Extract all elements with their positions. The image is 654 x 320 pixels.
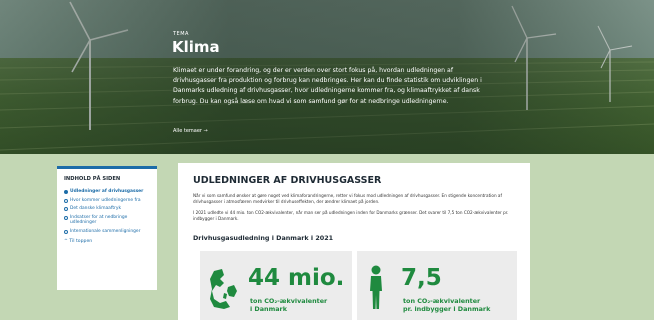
stat-scope-total: i Danmark: [250, 305, 287, 313]
stat-unit-total: ton CO₂-ækvivalenter: [250, 297, 328, 305]
toc-item-label: Udledninger af drivhusgasser: [70, 189, 144, 194]
radio-dot-icon: [64, 215, 68, 220]
radio-dot-icon: [64, 229, 68, 234]
stats-subheading: Drivhusgasudledning i Danmark i 2021: [193, 234, 334, 242]
person-icon: [370, 265, 382, 309]
page-title: Klima: [172, 38, 220, 56]
all-themes-link[interactable]: Alle temaer →: [173, 128, 208, 134]
denmark-map-icon: [210, 269, 237, 309]
stat-card-per-capita: 7,5 ton CO₂-ækvivalenter pr. indbygger i…: [357, 251, 517, 320]
toc-sidebar: INDHOLD PÅ SIDEN Udledninger af drivhusg…: [57, 166, 157, 290]
toc-item-indsatser[interactable]: Indsatser for at nedbringe udledninger: [64, 215, 150, 226]
radio-dot-icon: [64, 190, 68, 194]
toc-item-label: Internationale sammenligninger: [70, 228, 141, 234]
hero-banner: TEMA Klima Klimaet er under forandring, …: [0, 0, 654, 154]
back-to-top-label: Til toppen: [69, 238, 93, 244]
paragraph-intro: Når vi som samfund ønsker at gøre noget …: [193, 193, 502, 205]
paragraph-2021: I 2021 udledte vi 44 mio. ton CO2-ækviva…: [193, 210, 509, 222]
stat-value-per-capita: 7,5: [401, 265, 442, 291]
toc-item-klimaaftryk[interactable]: Det danske klimaaftryk: [64, 206, 150, 212]
chevron-up-icon: ^: [64, 238, 68, 244]
toc-heading: INDHOLD PÅ SIDEN: [64, 176, 121, 182]
stat-card-total: 44 mio. ton CO₂-ækvivalenter i Danmark: [200, 251, 352, 320]
toc-item-udledninger[interactable]: Udledninger af drivhusgasser: [64, 189, 150, 195]
toc-item-hvor-kommer[interactable]: Hvor kommer udledningerne fra: [64, 198, 150, 204]
main-content: UDLEDNINGER AF DRIVHUSGASSER Når vi som …: [178, 163, 530, 320]
toc-item-label: Hvor kommer udledningerne fra: [70, 197, 141, 203]
stat-scope-per-capita: pr. indbygger i Danmark: [403, 305, 491, 313]
back-to-top-link[interactable]: ^ Til toppen: [64, 239, 150, 244]
hero-intro: Klimaet er under forandring, og der er v…: [173, 67, 482, 105]
radio-dot-icon: [64, 207, 68, 212]
section-heading: UDLEDNINGER AF DRIVHUSGASSER: [193, 175, 382, 186]
radio-dot-icon: [64, 198, 68, 203]
toc-item-label: Indsatser for at nedbringe udledninger: [70, 214, 128, 226]
toc-item-internationale[interactable]: Internationale sammenligninger: [64, 229, 150, 235]
hero-eyebrow: TEMA: [173, 31, 189, 37]
stat-value-total: 44 mio.: [248, 265, 345, 291]
toc-item-label: Det danske klimaaftryk: [70, 206, 122, 212]
stat-unit-per-capita: ton CO₂-ækvivalenter: [403, 297, 481, 305]
